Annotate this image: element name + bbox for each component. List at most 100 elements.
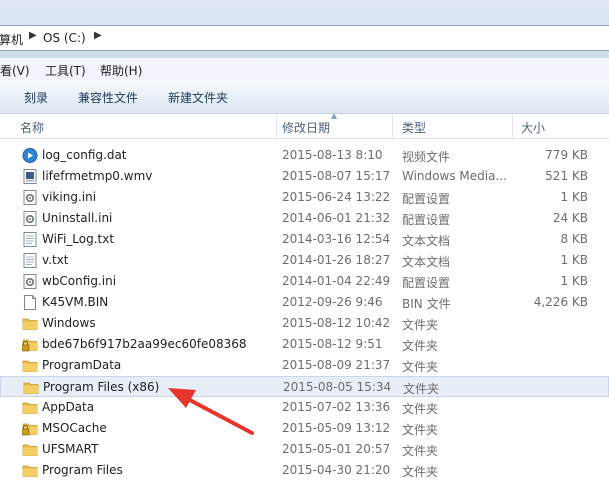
file-name: K45VM.BIN <box>42 295 109 309</box>
file-row[interactable]: Windows 2015-08-12 10:42 文件夹 <box>0 313 609 334</box>
file-name: wbConfig.ini <box>42 274 117 288</box>
folder-icon <box>22 358 38 373</box>
file-type: 文件夹 <box>402 465 439 479</box>
file-date: 2015-08-09 21:37 <box>282 358 391 372</box>
file-name: AppData <box>42 400 95 414</box>
address-bar[interactable]: 算机 ▶ OS (C:) ▶ <box>0 25 609 51</box>
file-row[interactable]: viking.ini 2015-06-24 13:22 配置设置 1 KB <box>0 187 609 208</box>
file-date: 2015-05-09 13:12 <box>282 421 391 435</box>
file-size: 1 KB <box>560 274 588 288</box>
breadcrumb-computer[interactable]: 算机 <box>0 31 23 48</box>
file-type: Windows Media... <box>402 169 507 183</box>
file-name: lifefrmetmp0.wmv <box>42 169 153 183</box>
file-date: 2015-06-24 13:22 <box>282 190 391 204</box>
file-date: 2015-07-02 13:36 <box>282 400 391 414</box>
column-divider[interactable] <box>276 114 277 138</box>
file-type: 文件夹 <box>402 339 439 353</box>
menu-view[interactable]: 看(V) <box>0 62 30 79</box>
menu-bar: 看(V) 工具(T) 帮助(H) <box>0 58 609 81</box>
file-date: 2014-06-01 21:32 <box>282 211 391 225</box>
file-name: viking.ini <box>42 190 97 204</box>
file-date: 2015-04-30 21:20 <box>282 463 391 477</box>
chevron-right-icon[interactable]: ▶ <box>29 30 37 41</box>
file-row[interactable]: AppData 2015-07-02 13:36 文件夹 <box>0 397 609 418</box>
file-row[interactable]: bde67b6f917b2aa99ec60fe08368 2015-08-12 9… <box>0 334 609 355</box>
breadcrumb-drive-c[interactable]: OS (C:) <box>43 31 86 45</box>
compatibility-files-button[interactable]: 兼容性文件 <box>78 89 138 106</box>
file-type: 文件夹 <box>402 444 439 458</box>
file-date: 2015-05-01 20:57 <box>282 442 391 456</box>
file-type: 配置设置 <box>402 276 451 290</box>
file-date: 2014-01-04 22:49 <box>282 274 391 288</box>
column-size[interactable]: 大小 <box>521 119 545 136</box>
file-row[interactable]: Uninstall.ini 2014-06-01 21:32 配置设置 24 KB <box>0 208 609 229</box>
folder-icon <box>22 463 38 478</box>
sort-up-icon: ▲ <box>331 111 338 120</box>
file-type: 配置设置 <box>402 192 451 206</box>
file-name: Uninstall.ini <box>42 211 113 225</box>
menu-tools[interactable]: 工具(T) <box>45 62 86 79</box>
file-date: 2015-08-12 9:51 <box>282 337 383 351</box>
file-name: ProgramData <box>42 358 122 372</box>
file-date: 2012-09-26 9:46 <box>282 295 383 309</box>
blank-file-icon <box>22 295 38 310</box>
address-bar-area: 算机 ▶ OS (C:) ▶ <box>0 0 609 58</box>
file-type: 视频文件 <box>402 150 451 164</box>
file-date: 2014-01-26 18:27 <box>282 253 391 267</box>
file-row[interactable]: UFSMART 2015-05-01 20:57 文件夹 <box>0 439 609 460</box>
file-row[interactable]: wbConfig.ini 2014-01-04 22:49 配置设置 1 KB <box>0 271 609 292</box>
burn-button[interactable]: 刻录 <box>24 89 48 106</box>
new-folder-button[interactable]: 新建文件夹 <box>168 89 228 106</box>
file-name: Program Files <box>42 463 123 477</box>
file-type: 文件夹 <box>402 318 439 332</box>
column-name[interactable]: 名称 <box>20 119 44 136</box>
settings-file-icon <box>22 211 38 226</box>
folder-icon <box>22 316 38 331</box>
file-type: 文件夹 <box>403 382 440 396</box>
file-date: 2015-08-12 10:42 <box>282 316 391 330</box>
locked-folder-icon <box>21 337 38 352</box>
file-date: 2014-03-16 12:54 <box>282 232 391 246</box>
file-row-selected[interactable]: Program Files (x86) 2015-08-05 15:34 文件夹 <box>0 376 609 397</box>
file-row[interactable]: log_config.dat 2015-08-13 8:10 视频文件 779 KB <box>0 145 609 166</box>
media-file-icon <box>22 148 38 163</box>
file-row[interactable]: v.txt 2014-01-26 18:27 文本文档 1 KB <box>0 250 609 271</box>
file-size: 24 KB <box>552 211 588 225</box>
menu-help[interactable]: 帮助(H) <box>100 62 142 79</box>
file-name: Windows <box>42 316 96 330</box>
file-name: WiFi_Log.txt <box>42 232 115 246</box>
file-row[interactable]: K45VM.BIN 2012-09-26 9:46 BIN 文件 4,226 KB <box>0 292 609 313</box>
file-row[interactable]: WiFi_Log.txt 2014-03-16 12:54 文本文档 8 KB <box>0 229 609 250</box>
folder-icon <box>23 380 39 395</box>
file-type: 文件夹 <box>402 402 439 416</box>
file-type: 文本文档 <box>402 234 451 248</box>
folder-icon <box>22 442 38 457</box>
file-size: 1 KB <box>560 190 588 204</box>
folder-icon <box>22 400 38 415</box>
column-divider[interactable] <box>392 114 393 138</box>
column-divider[interactable] <box>512 114 513 138</box>
file-date: 2015-08-07 15:17 <box>282 169 391 183</box>
file-type: 文本文档 <box>402 255 451 269</box>
file-size: 8 KB <box>560 232 588 246</box>
settings-file-icon <box>22 190 38 205</box>
file-row[interactable]: MSOCache 2015-05-09 13:12 文件夹 <box>0 418 609 439</box>
chevron-right-icon[interactable]: ▶ <box>94 30 102 41</box>
file-row[interactable]: lifefrmetmp0.wmv 2015-08-07 15:17 Windows … <box>0 166 609 187</box>
column-type[interactable]: 类型 <box>402 119 426 136</box>
file-size: 4,226 KB <box>533 295 588 309</box>
column-date[interactable]: 修改日期 <box>282 119 330 136</box>
file-date: 2015-08-05 15:34 <box>283 380 392 394</box>
file-name: bde67b6f917b2aa99ec60fe08368 <box>42 337 247 351</box>
file-name: MSOCache <box>42 421 107 435</box>
file-row[interactable]: ProgramData 2015-08-09 21:37 文件夹 <box>0 355 609 376</box>
command-toolbar: 刻录 兼容性文件 新建文件夹 <box>0 80 609 114</box>
file-type: 文件夹 <box>402 360 439 374</box>
locked-folder-icon <box>21 421 38 436</box>
file-date: 2015-08-13 8:10 <box>282 148 383 162</box>
file-name: UFSMART <box>42 442 99 456</box>
file-name: log_config.dat <box>42 148 127 162</box>
file-size: 1 KB <box>560 253 588 267</box>
settings-file-icon <box>22 274 38 289</box>
file-name: Program Files (x86) <box>43 380 160 394</box>
